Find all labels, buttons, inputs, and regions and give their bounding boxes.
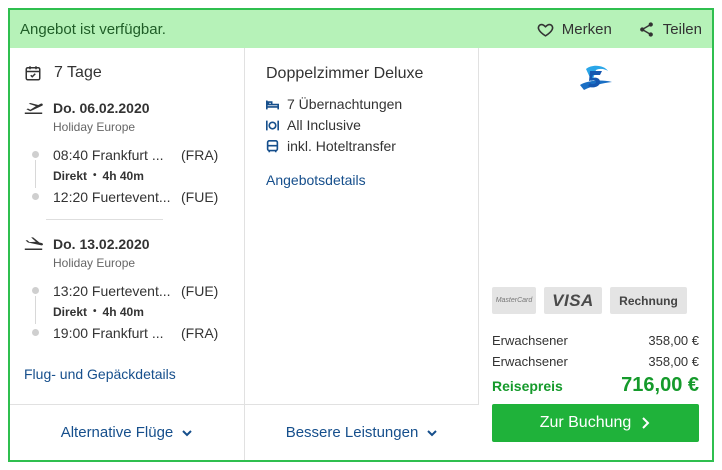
- total-value: 716,00 €: [621, 374, 699, 396]
- flight-column: 7 Tage Do. 06.02.2020 Holiday Europe 08:…: [10, 48, 245, 404]
- price-column: MasterCard VISA Rechnung Erwachsener 358,…: [479, 48, 712, 460]
- total-price: Reisepreis 716,00 €: [492, 374, 699, 397]
- alternative-flights-button[interactable]: Alternative Flüge: [10, 405, 245, 460]
- chevron-down-icon: [182, 429, 192, 436]
- book-button[interactable]: Zur Buchung: [492, 404, 699, 442]
- share-icon: [639, 21, 653, 37]
- save-button[interactable]: Merken: [537, 21, 612, 38]
- heart-icon: [537, 23, 554, 37]
- inbound-date: Do. 13.02.2020: [53, 236, 150, 252]
- room-column: Doppelzimmer Deluxe 7 Übernachtungen All…: [245, 48, 479, 404]
- outbound-stops: 08:40 Frankfurt ... (FRA) Direkt • 4h 40m …: [32, 144, 234, 207]
- inbound-arrival: 19:00 Frankfurt ... (FRA): [53, 324, 219, 341]
- airline-logo: [580, 65, 612, 90]
- plane-departure-icon: [24, 102, 43, 114]
- invoice-badge: Rechnung: [610, 287, 687, 314]
- chevron-down-icon: [427, 429, 438, 436]
- room-title: Doppelzimmer Deluxe: [266, 65, 424, 82]
- leg-divider: [46, 219, 163, 220]
- offer-card: Angebot ist verfügbar. Merken Teilen 7 T…: [8, 8, 714, 462]
- inbound-airline: Holiday Europe: [53, 256, 136, 270]
- bed-icon: [266, 99, 279, 109]
- inbound-stops: 13:20 Fuertevent... (FUE) Direkt • 4h 40m …: [32, 280, 234, 343]
- duration-label: 7 Tage: [54, 64, 102, 81]
- bus-icon: [266, 139, 279, 152]
- share-label: Teilen: [662, 20, 702, 38]
- inbound-leg: Do. 13.02.2020 Holiday Europe 13:20 Fuer…: [24, 236, 234, 343]
- inbound-direct: Direkt • 4h 40m: [53, 304, 144, 319]
- share-button[interactable]: Teilen: [638, 21, 702, 38]
- feature-transfer: inkl. Hoteltransfer: [266, 138, 396, 154]
- outbound-direct: Direkt • 4h 40m: [53, 168, 144, 183]
- price-line: Erwachsener 358,00 €: [492, 354, 699, 369]
- outbound-departure: 08:40 Frankfurt ... (FRA): [53, 146, 219, 163]
- outbound-arrival: 12:20 Fuertevent... (FUE): [53, 188, 219, 205]
- bottom-actions: Alternative Flüge Bessere Leistungen: [10, 404, 479, 460]
- feature-nights: 7 Übernachtungen: [266, 96, 402, 112]
- inbound-departure: 13:20 Fuertevent... (FUE): [53, 282, 219, 299]
- calendar-icon: [25, 66, 41, 81]
- meal-icon: [266, 120, 279, 130]
- banner-actions: Merken Teilen: [537, 21, 702, 38]
- mastercard-badge: MasterCard: [492, 287, 536, 314]
- outbound-leg: Do. 06.02.2020 Holiday Europe 08:40 Fran…: [24, 100, 234, 207]
- plane-arrival-icon: [24, 236, 43, 250]
- payment-methods: MasterCard VISA Rechnung: [492, 287, 687, 314]
- trip-duration: 7 Tage: [24, 64, 102, 82]
- outbound-date: Do. 06.02.2020: [53, 100, 150, 116]
- outbound-airline: Holiday Europe: [53, 120, 136, 134]
- visa-badge: VISA: [544, 287, 602, 314]
- flight-details-link[interactable]: Flug- und Gepäckdetails: [24, 366, 176, 382]
- price-line: Erwachsener 358,00 €: [492, 333, 699, 348]
- total-label: Reisepreis: [492, 377, 563, 394]
- save-label: Merken: [561, 20, 612, 38]
- offer-details-link[interactable]: Angebotsdetails: [266, 172, 366, 188]
- chevron-right-icon: [642, 417, 650, 429]
- availability-text: Angebot ist verfügbar.: [20, 20, 166, 38]
- feature-board: All Inclusive: [266, 117, 361, 133]
- better-services-button[interactable]: Bessere Leistungen: [245, 405, 479, 460]
- book-label: Zur Buchung: [539, 414, 632, 431]
- availability-banner: Angebot ist verfügbar. Merken Teilen: [10, 10, 712, 48]
